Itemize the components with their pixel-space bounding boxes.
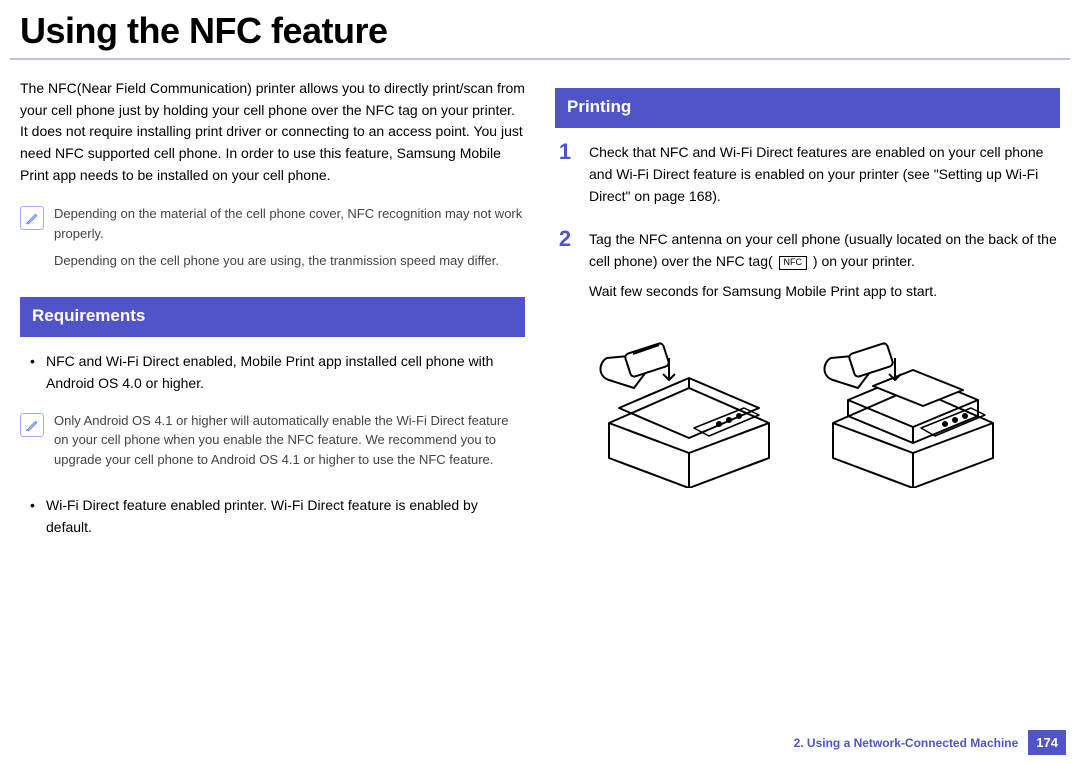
section-header-requirements: Requirements <box>20 297 525 337</box>
step-number: 2 <box>555 228 575 250</box>
section-header-printing: Printing <box>555 88 1060 128</box>
note-android: Only Android OS 4.1 or higher will autom… <box>20 411 525 478</box>
right-column: Printing 1 Check that NFC and Wi-Fi Dire… <box>555 78 1060 555</box>
note-icon <box>20 206 44 230</box>
page-footer: 2. Using a Network-Connected Machine 174 <box>794 730 1066 755</box>
page-title: Using the NFC feature <box>0 0 1080 58</box>
step-2: 2 Tag the NFC antenna on your cell phone… <box>555 229 1060 310</box>
note-text: Depending on the material of the cell ph… <box>54 204 525 243</box>
step-text: Wait few seconds for Samsung Mobile Prin… <box>589 281 1060 303</box>
nfc-tag-icon: NFC <box>779 256 808 270</box>
requirement-item: Wi-Fi Direct feature enabled printer. Wi… <box>20 495 525 538</box>
illustration-nfc-tag-adf <box>813 328 1013 488</box>
note-icon <box>20 413 44 437</box>
footer-chapter: 2. Using a Network-Connected Machine <box>794 736 1019 750</box>
step-text: Tag the NFC antenna on your cell phone (… <box>589 229 1060 272</box>
note-recognition: Depending on the material of the cell ph… <box>20 204 525 279</box>
footer-page-number: 174 <box>1028 730 1066 755</box>
note-text: Only Android OS 4.1 or higher will autom… <box>54 411 525 470</box>
step-text: Check that NFC and Wi-Fi Direct features… <box>589 142 1060 207</box>
left-column: The NFC(Near Field Communication) printe… <box>20 78 525 555</box>
step-number: 1 <box>555 141 575 163</box>
requirement-item: NFC and Wi-Fi Direct enabled, Mobile Pri… <box>20 351 525 394</box>
intro-paragraph: The NFC(Near Field Communication) printe… <box>20 78 525 186</box>
illustration-row <box>555 328 1060 488</box>
illustration-nfc-tag-flatbed <box>589 328 789 488</box>
step-1: 1 Check that NFC and Wi-Fi Direct featur… <box>555 142 1060 215</box>
title-rule <box>10 58 1070 60</box>
note-text: Depending on the cell phone you are usin… <box>54 251 525 271</box>
